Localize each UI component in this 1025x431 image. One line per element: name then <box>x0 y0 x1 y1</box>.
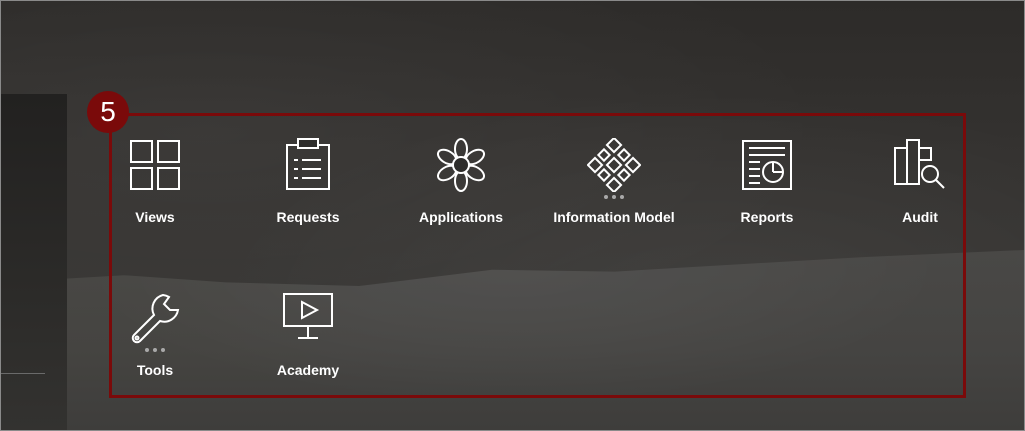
tile-label: Academy <box>276 362 340 378</box>
views-grid-icon <box>128 138 182 192</box>
tile-label: Tools <box>136 362 174 378</box>
tile-label: Reports <box>740 209 794 225</box>
tile-label: Requests <box>276 209 340 225</box>
tile-label: Audit <box>902 209 938 225</box>
tile-academy[interactable]: Academy <box>233 291 383 401</box>
tile-label: Views <box>135 209 175 225</box>
presentation-play-icon <box>281 291 335 345</box>
tile-reports[interactable]: Reports <box>692 138 842 248</box>
tile-applications[interactable]: Applications <box>386 138 536 248</box>
more-options-icon[interactable] <box>143 348 167 354</box>
tile-audit[interactable]: Audit <box>845 138 995 248</box>
wrench-icon <box>128 291 182 345</box>
tile-label: Information Model <box>553 209 675 225</box>
tile-information-model[interactable]: Information Model <box>539 138 689 248</box>
clipboard-list-icon <box>281 138 335 192</box>
home-screen: 5 Views Requests Applications Informatio… <box>0 0 1025 431</box>
left-divider <box>1 373 45 374</box>
left-panel <box>1 94 67 430</box>
step-badge: 5 <box>87 91 129 133</box>
diamond-network-icon <box>587 138 641 192</box>
audit-search-icon <box>893 138 947 192</box>
flower-icon <box>434 138 488 192</box>
tile-label: Applications <box>418 209 503 225</box>
more-options-icon[interactable] <box>602 195 626 201</box>
tile-requests[interactable]: Requests <box>233 138 383 248</box>
report-chart-icon <box>740 138 794 192</box>
tile-tools[interactable]: Tools <box>80 291 230 401</box>
tile-views[interactable]: Views <box>80 138 230 248</box>
